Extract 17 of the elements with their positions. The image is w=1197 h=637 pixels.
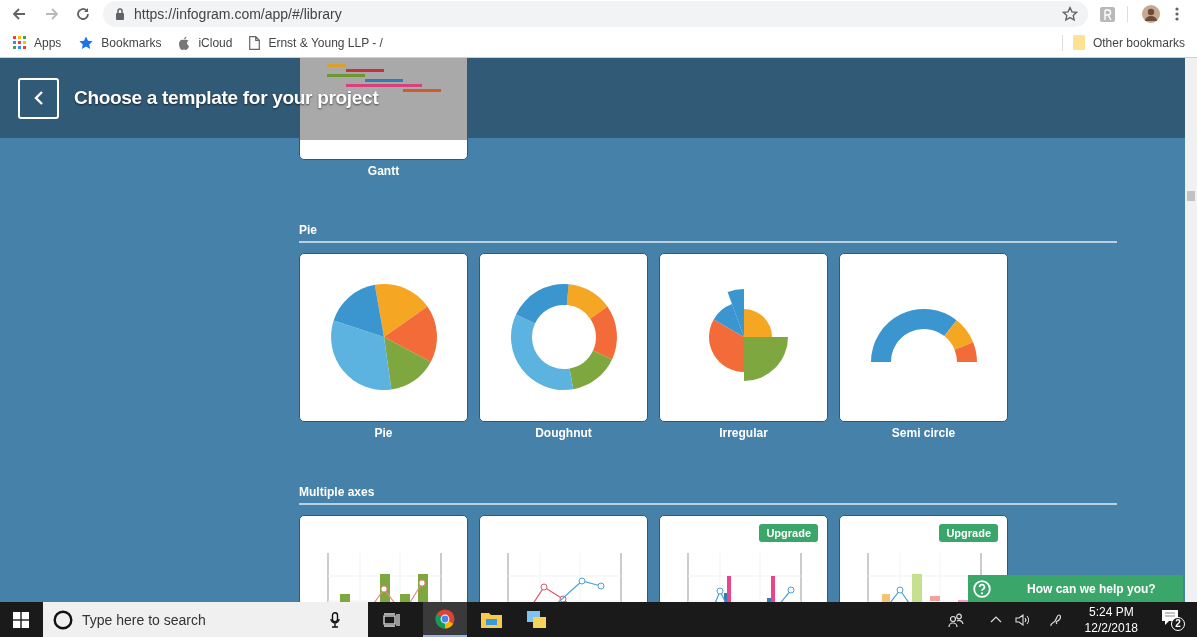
address-bar[interactable]: https://infogram.com/app/#/library xyxy=(103,1,1088,27)
url-text: https://infogram.com/app/#/library xyxy=(134,4,342,24)
search-field[interactable]: Type here to search xyxy=(43,602,368,637)
bookmark-link[interactable]: Apps xyxy=(34,33,62,52)
bookmark-link[interactable]: Bookmarks xyxy=(101,33,162,52)
template-label: Gantt xyxy=(367,164,400,178)
bookmark-link[interactable]: Other bookmarks xyxy=(1092,33,1185,52)
section-heading: Multiple axes xyxy=(299,485,376,501)
bookmark-link[interactable]: Ernst & Young LLP - / xyxy=(268,33,383,52)
template-label: Pie xyxy=(374,426,393,440)
bookmark-link[interactable]: iCloud xyxy=(198,33,233,52)
template-label: Semi circle xyxy=(891,426,956,440)
section-heading: Pie xyxy=(299,223,318,239)
clock-time[interactable]: 5:24 PM xyxy=(1088,603,1134,620)
template-label: Irregular xyxy=(719,426,768,440)
clock-date[interactable]: 12/2/2018 xyxy=(1084,619,1138,636)
template-label: Doughnut xyxy=(535,426,592,440)
